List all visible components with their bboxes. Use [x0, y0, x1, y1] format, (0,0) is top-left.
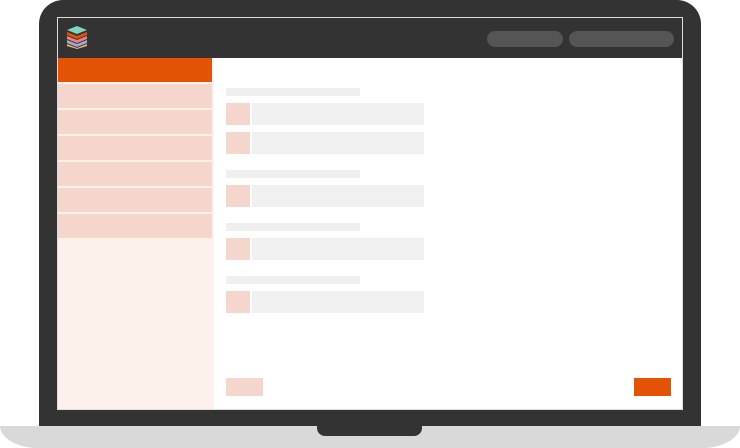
next-button[interactable]: [634, 378, 671, 396]
text-field[interactable]: [252, 103, 424, 125]
sidebar-item[interactable]: [58, 214, 212, 238]
text-field[interactable]: [252, 238, 424, 260]
sidebar-item[interactable]: [58, 84, 212, 108]
field-prefix: [226, 103, 250, 125]
sidebar: [58, 58, 214, 409]
laptop-screen: [57, 17, 683, 410]
section-heading-placeholder: [226, 170, 360, 178]
form-panel: [214, 58, 682, 409]
sidebar-item[interactable]: [58, 136, 212, 160]
logo-graphic: [67, 26, 87, 49]
nav-pill-button[interactable]: [569, 31, 674, 47]
text-field[interactable]: [252, 132, 424, 154]
sidebar-item[interactable]: [58, 188, 212, 212]
sidebar-item[interactable]: [58, 162, 212, 186]
laptop-mockup: [0, 0, 740, 448]
nav-pill-button[interactable]: [487, 31, 563, 47]
laptop-notch: [317, 426, 422, 436]
field-prefix: [226, 291, 250, 313]
section-heading-placeholder: [226, 88, 360, 96]
field-prefix: [226, 132, 250, 154]
section-heading-placeholder: [226, 276, 360, 284]
sidebar-item[interactable]: [58, 110, 212, 134]
text-field[interactable]: [252, 291, 424, 313]
logo-layer-top: [67, 26, 87, 34]
field-prefix: [226, 185, 250, 207]
sidebar-item-active[interactable]: [58, 58, 212, 82]
section-heading-placeholder: [226, 223, 360, 231]
app-header: [58, 18, 682, 58]
back-button[interactable]: [226, 378, 263, 396]
field-prefix: [226, 238, 250, 260]
stacked-layers-icon[interactable]: [66, 25, 88, 49]
text-field[interactable]: [252, 185, 424, 207]
